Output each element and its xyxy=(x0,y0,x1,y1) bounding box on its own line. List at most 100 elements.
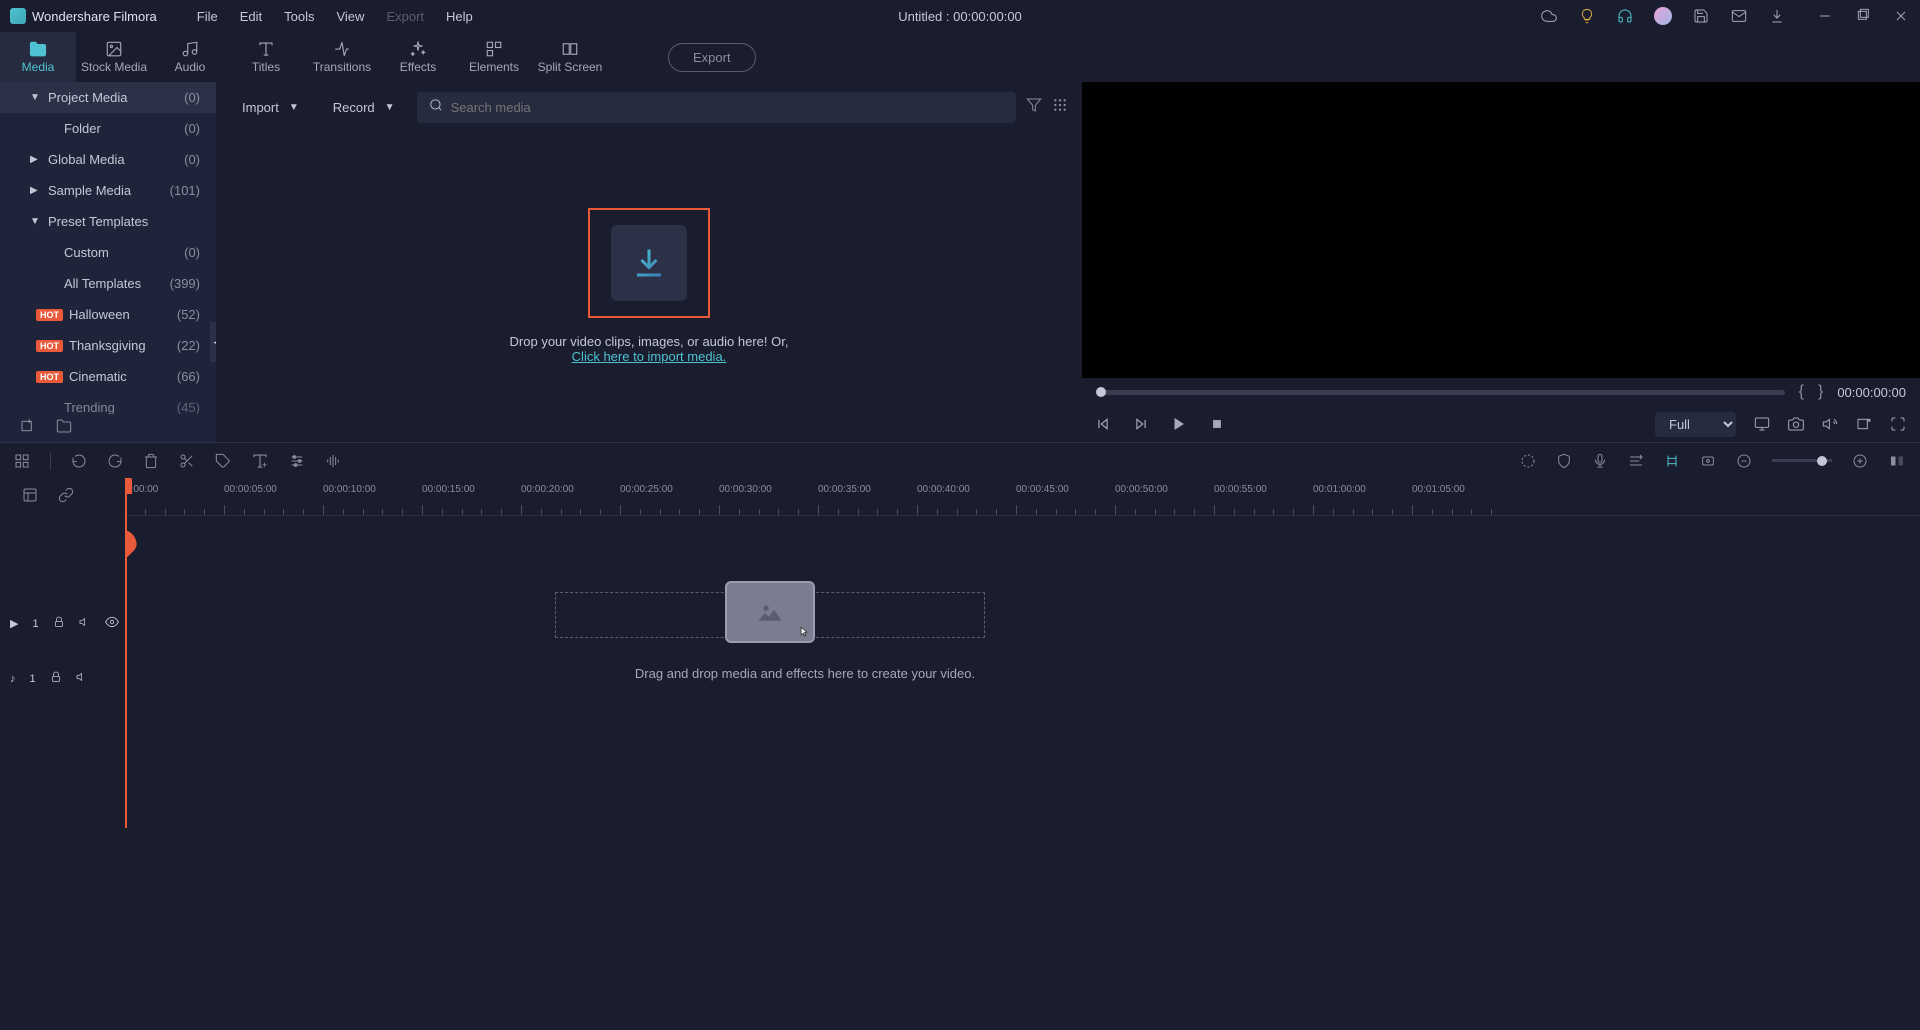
timeline-ruler[interactable]: 0:00:0000:00:05:0000:00:10:0000:00:15:00… xyxy=(125,478,1920,516)
snapshot-icon[interactable] xyxy=(1788,416,1804,432)
close-icon[interactable] xyxy=(1892,7,1910,25)
crop-icon[interactable] xyxy=(1700,453,1716,469)
tab-titles[interactable]: Titles xyxy=(228,32,304,82)
zoom-select[interactable]: Full xyxy=(1655,412,1736,437)
fit-icon[interactable] xyxy=(1888,452,1906,470)
tab-stock-media[interactable]: Stock Media xyxy=(76,32,152,82)
link-icon[interactable] xyxy=(58,487,74,508)
visibility-icon[interactable] xyxy=(105,615,119,632)
tab-elements[interactable]: Elements xyxy=(456,32,532,82)
download-icon[interactable] xyxy=(1768,7,1786,25)
import-dropdown[interactable]: Import ▼ xyxy=(230,94,311,121)
zoom-in-button[interactable] xyxy=(1852,453,1868,469)
zoom-slider[interactable] xyxy=(1772,459,1832,462)
marker-tool-icon[interactable] xyxy=(1664,453,1680,469)
sidebar-item-folder[interactable]: Folder (0) xyxy=(0,113,216,144)
avatar[interactable] xyxy=(1654,7,1672,25)
text-tool-icon[interactable] xyxy=(251,452,269,470)
menu-export[interactable]: Export xyxy=(386,9,424,24)
marker-out-icon[interactable]: } xyxy=(1818,383,1823,401)
marker-in-icon[interactable]: { xyxy=(1799,383,1804,401)
save-icon[interactable] xyxy=(1692,7,1710,25)
mute-icon[interactable] xyxy=(76,671,88,686)
menu-help[interactable]: Help xyxy=(446,9,473,24)
minimize-icon[interactable] xyxy=(1816,7,1834,25)
playhead[interactable] xyxy=(125,478,127,828)
search-box[interactable] xyxy=(417,92,1016,123)
lightbulb-icon[interactable] xyxy=(1578,7,1596,25)
lock-icon[interactable] xyxy=(50,671,62,686)
sidebar-item-custom[interactable]: Custom (0) xyxy=(0,237,216,268)
stop-button[interactable] xyxy=(1210,417,1224,431)
folder-icon xyxy=(29,40,47,58)
video-track-header: ▶ 1 xyxy=(0,596,125,651)
headset-icon[interactable] xyxy=(1616,7,1634,25)
timeline: ▶ 1 ♪ 1 0:00:0000:00:05:0000:00:10:0000:… xyxy=(0,478,1920,828)
redo-button[interactable] xyxy=(107,453,123,469)
mic-icon[interactable] xyxy=(1592,453,1608,469)
audio-wave-icon[interactable] xyxy=(325,453,341,469)
shield-icon[interactable] xyxy=(1556,453,1572,469)
ruler-label: 00:00:40:00 xyxy=(917,484,970,495)
menu-tools[interactable]: Tools xyxy=(284,9,314,24)
track-manager-icon[interactable] xyxy=(22,487,38,508)
delete-button[interactable] xyxy=(143,453,159,469)
menu-view[interactable]: View xyxy=(336,9,364,24)
chevron-right-icon: ▶ xyxy=(30,185,38,196)
ruler-label: 00:01:00:00 xyxy=(1313,484,1366,495)
adjust-icon[interactable] xyxy=(289,453,305,469)
sidebar-item-preset-templates[interactable]: ▼ Preset Templates xyxy=(0,206,216,237)
timeline-toolbar xyxy=(0,442,1920,478)
sidebar-item-cinematic[interactable]: HOT Cinematic (66) xyxy=(0,361,216,392)
export-button[interactable]: Export xyxy=(668,43,756,72)
sidebar-item-halloween[interactable]: HOT Halloween (52) xyxy=(0,299,216,330)
prev-frame-button[interactable] xyxy=(1096,417,1110,431)
menu-edit[interactable]: Edit xyxy=(240,9,262,24)
sidebar-item-thanksgiving[interactable]: HOT Thanksgiving (22) xyxy=(0,330,216,361)
tab-effects[interactable]: Effects xyxy=(380,32,456,82)
transitions-icon xyxy=(333,40,351,58)
render-icon[interactable] xyxy=(1520,453,1536,469)
tab-transitions[interactable]: Transitions xyxy=(304,32,380,82)
import-link[interactable]: Click here to import media. xyxy=(572,349,727,364)
new-folder-icon[interactable] xyxy=(56,418,72,439)
tab-audio[interactable]: Audio xyxy=(152,32,228,82)
search-input[interactable] xyxy=(451,100,1004,115)
mixer-icon[interactable] xyxy=(1628,453,1644,469)
maximize-icon[interactable] xyxy=(1854,7,1872,25)
mute-icon[interactable] xyxy=(79,616,91,631)
filter-icon[interactable] xyxy=(1026,97,1042,118)
sidebar-item-sample-media[interactable]: ▶ Sample Media (101) xyxy=(0,175,216,206)
lock-icon[interactable] xyxy=(53,616,65,631)
chevron-down-icon: ▼ xyxy=(30,92,40,103)
import-box[interactable] xyxy=(588,208,710,318)
mail-icon[interactable] xyxy=(1730,7,1748,25)
menu-file[interactable]: File xyxy=(197,9,218,24)
play-button[interactable] xyxy=(1172,417,1186,431)
hot-badge: HOT xyxy=(36,371,63,383)
layout-icon[interactable] xyxy=(14,453,30,469)
ruler-label: 00:00:25:00 xyxy=(620,484,673,495)
fullscreen-icon[interactable] xyxy=(1890,416,1906,432)
media-drop-area[interactable]: Drop your video clips, images, or audio … xyxy=(230,139,1068,432)
new-project-icon[interactable] xyxy=(20,418,36,439)
tag-icon[interactable] xyxy=(215,453,231,469)
grid-view-icon[interactable] xyxy=(1052,97,1068,118)
cut-button[interactable] xyxy=(179,453,195,469)
export-frame-icon[interactable] xyxy=(1856,416,1872,432)
tab-media[interactable]: Media xyxy=(0,32,76,82)
record-dropdown[interactable]: Record ▼ xyxy=(321,94,407,121)
sidebar-item-project-media[interactable]: ▼ Project Media (0) xyxy=(0,82,216,113)
sidebar-item-all-templates[interactable]: All Templates (399) xyxy=(0,268,216,299)
undo-button[interactable] xyxy=(71,453,87,469)
timeline-drop-placeholder[interactable] xyxy=(725,581,815,643)
tab-split-screen[interactable]: Split Screen xyxy=(532,32,608,82)
display-icon[interactable] xyxy=(1754,416,1770,432)
next-frame-button[interactable] xyxy=(1134,417,1148,431)
sidebar-item-global-media[interactable]: ▶ Global Media (0) xyxy=(0,144,216,175)
audio-track-header: ♪ 1 xyxy=(0,651,125,706)
scrubber[interactable] xyxy=(1096,390,1785,395)
zoom-out-button[interactable] xyxy=(1736,453,1752,469)
volume-icon[interactable] xyxy=(1822,416,1838,432)
cloud-icon[interactable] xyxy=(1540,7,1558,25)
